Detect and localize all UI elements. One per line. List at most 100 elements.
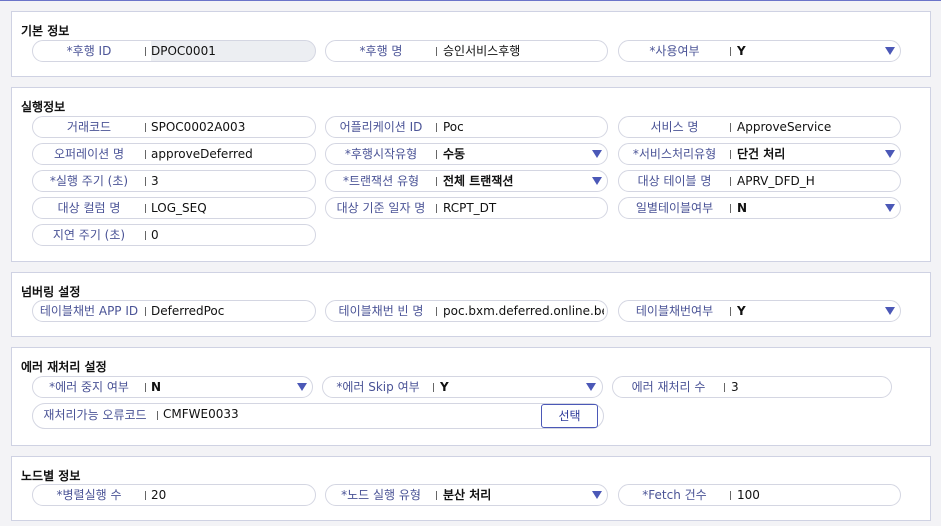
route-id-label: *후행 ID [66,44,112,58]
chevron-down-icon [885,204,895,212]
start-type-value: 수동 [443,147,466,161]
separator [730,204,731,213]
parallel-count-value: 20 [151,488,167,502]
operation-name-label: 오퍼레이션 명 [53,147,125,161]
chevron-down-icon [592,177,602,185]
numbering-yn-value: Y [737,304,746,318]
separator [730,150,731,159]
chevron-down-icon [297,383,307,391]
route-name-field[interactable]: *후행 명 승인서비스후행 [325,40,608,62]
numbering-bean-name-label: 테이블채번 빈 명 [338,304,424,318]
service-proc-type-select[interactable]: *서비스처리유형 단건 처리 [618,143,901,165]
stop-on-error-select[interactable]: *에러 중지 여부 N [32,376,313,398]
chevron-down-icon [592,150,602,158]
select-button[interactable]: 선택 [541,404,598,428]
section-title-node: 노드별 정보 [21,469,81,483]
separator [145,177,146,186]
trx-code-label: 거래코드 [66,120,112,134]
separator [730,307,731,316]
separator [157,411,158,420]
numbering-app-id-value: DeferredPoc [151,304,225,318]
stop-on-error-label: *에러 중지 여부 [49,380,129,394]
service-name-field[interactable]: 서비스 명 ApproveService [618,116,901,138]
separator [145,150,146,159]
daily-table-yn-select[interactable]: 일별테이블여부 N [618,197,901,219]
top-border [0,0,941,1]
retry-count-label: 에러 재처리 수 [631,380,706,394]
trx-code-field[interactable]: 거래코드 SPOC0002A003 [32,116,316,138]
route-id-field: *후행 ID DPOC0001 [32,40,316,62]
app-id-field[interactable]: 어플리케이션 ID Poc [325,116,608,138]
separator [730,47,731,56]
delay-cycle-value: 0 [151,228,159,242]
use-yn-label: *사용여부 [649,44,700,58]
section-title-basic: 기본 정보 [21,24,70,38]
target-column-label: 대상 컬럼 명 [57,201,121,215]
use-yn-value: Y [737,44,746,58]
separator [145,47,146,56]
separator [145,123,146,132]
target-table-field[interactable]: 대상 테이블 명 APRV_DFD_H [618,170,901,192]
separator [730,491,731,500]
parallel-count-field[interactable]: *병렬실행 수 20 [32,484,316,506]
exec-cycle-field[interactable]: *실행 주기 (초) 3 [32,170,316,192]
retry-error-codes-label: 재처리가능 오류코드 [43,408,147,422]
chevron-down-icon [885,307,895,315]
separator [145,231,146,240]
daily-table-yn-value: N [737,201,748,215]
retry-count-value: 3 [731,380,739,394]
trx-type-label: *트랜잭션 유형 [342,174,420,188]
target-column-field[interactable]: 대상 컬럼 명 LOG_SEQ [32,197,316,219]
service-name-value: ApproveService [737,120,832,134]
node-exec-type-label: *노드 실행 유형 [341,488,421,502]
stop-on-error-value: N [151,380,162,394]
numbering-app-id-field[interactable]: 테이블채번 APP ID DeferredPoc [32,300,316,322]
trx-code-value: SPOC0002A003 [151,120,246,134]
fetch-count-value: 100 [737,488,760,502]
daily-table-yn-label: 일별테이블여부 [635,201,714,215]
separator [433,383,434,392]
separator [145,204,146,213]
route-name-label: *후행 명 [359,44,403,58]
operation-name-field[interactable]: 오퍼레이션 명 approveDeferred [32,143,316,165]
retry-count-field[interactable]: 에러 재처리 수 3 [612,376,892,398]
delay-cycle-field[interactable]: 지연 주기 (초) 0 [32,224,316,246]
use-yn-select[interactable]: *사용여부 Y [618,40,901,62]
trx-type-select[interactable]: *트랜잭션 유형 전체 트랜잭션 [325,170,608,192]
service-proc-type-value: 단건 처리 [737,147,786,161]
separator [436,47,437,56]
node-exec-type-select[interactable]: *노드 실행 유형 분산 처리 [325,484,608,506]
numbering-yn-label: 테이블채번여부 [635,304,714,318]
numbering-app-id-label: 테이블채번 APP ID [39,304,139,318]
separator [436,491,437,500]
chevron-down-icon [586,383,596,391]
parallel-count-label: *병렬실행 수 [56,488,122,502]
separator [145,491,146,500]
section-title-exec: 실행정보 [21,100,66,114]
numbering-bean-name-value: poc.bxm.deferred.online.bean [443,304,604,318]
skip-yn-label: *에러 Skip 여부 [336,380,420,394]
chevron-down-icon [885,47,895,55]
base-date-column-label: 대상 기준 일자 명 [336,201,426,215]
start-type-label: *후행시작유형 [344,147,418,161]
start-type-select[interactable]: *후행시작유형 수동 [325,143,608,165]
numbering-bean-name-field[interactable]: 테이블채번 빈 명 poc.bxm.deferred.online.bean [325,300,608,322]
service-name-label: 서비스 명 [650,120,699,134]
separator [145,383,146,392]
route-id-value: DPOC0001 [151,44,216,58]
base-date-column-field[interactable]: 대상 기준 일자 명 RCPT_DT [325,197,608,219]
separator [730,177,731,186]
retry-error-codes-field[interactable]: 재처리가능 오류코드 CMFWE0033 [32,403,604,429]
fetch-count-field[interactable]: *Fetch 건수 100 [618,484,901,506]
app-id-value: Poc [443,120,464,134]
separator [436,123,437,132]
route-name-value: 승인서비스후행 [443,44,521,58]
separator [145,307,146,316]
separator [436,307,437,316]
delay-cycle-label: 지연 주기 (초) [52,228,126,242]
separator [724,383,725,392]
separator [730,123,731,132]
base-date-column-value: RCPT_DT [443,201,497,215]
skip-yn-select[interactable]: *에러 Skip 여부 Y [322,376,603,398]
numbering-yn-select[interactable]: 테이블채번여부 Y [618,300,901,322]
